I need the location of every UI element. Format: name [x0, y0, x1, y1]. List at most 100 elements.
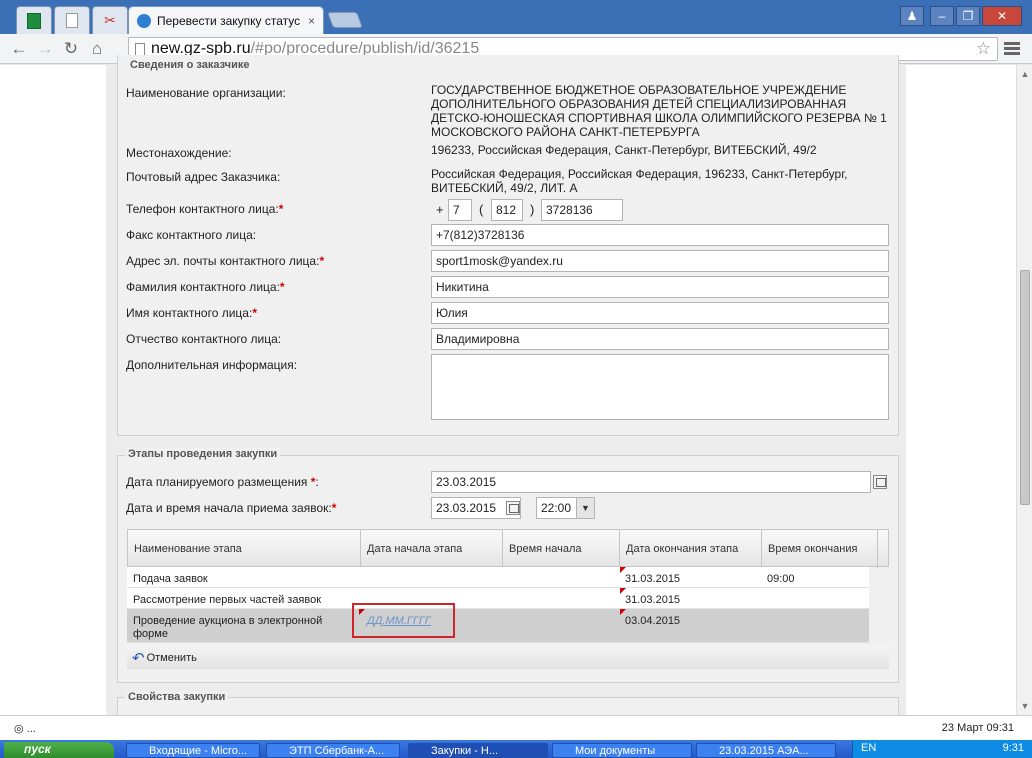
required-mark: * — [279, 280, 285, 294]
tab-close-icon[interactable]: × — [308, 14, 315, 28]
postal-value: Российская Федерация, Российская Федерац… — [431, 167, 848, 195]
required-mark: * — [319, 254, 325, 268]
start-time-select[interactable]: 22:00 ▼ — [536, 497, 595, 519]
phone-lparen: ( — [479, 202, 484, 217]
reload-icon[interactable]: ↻ — [58, 36, 84, 62]
scroll-thumb[interactable] — [1020, 270, 1030, 505]
email-input[interactable]: sport1mosk@yandex.ru — [431, 250, 889, 272]
minimize-icon[interactable]: – — [930, 6, 954, 26]
undo-icon: ↶ — [132, 650, 145, 667]
stages-legend: Этапы проведения закупки — [125, 448, 281, 460]
menu-icon[interactable] — [1004, 40, 1020, 58]
customer-legend: Сведения о заказчике — [127, 59, 253, 71]
properties-fieldset — [117, 697, 899, 717]
back-icon[interactable]: ← — [6, 36, 32, 62]
phone-country-input[interactable]: 7 — [448, 199, 472, 221]
patronymic-input[interactable]: Владимировна — [431, 328, 889, 350]
chevron-down-icon: ▼ — [576, 498, 594, 518]
org-name-label: Наименование организации: — [126, 86, 286, 100]
required-mark: * — [278, 202, 284, 216]
stage-end-date[interactable]: 31.03.2015 — [619, 591, 686, 610]
fax-input[interactable]: +7(812)3728136 — [431, 224, 889, 246]
pinned-tab-tools[interactable]: ✂ — [92, 6, 128, 34]
taskbar-item-active[interactable]: Закупки - Н... — [408, 743, 548, 758]
start-date-label-text: Дата и время начала приема заявок: — [126, 501, 332, 515]
additional-textarea[interactable] — [431, 354, 889, 420]
phone-label: Телефон контактного лица:* — [126, 202, 283, 216]
home-icon[interactable]: ⌂ — [84, 36, 110, 62]
firstname-label-text: Имя контактного лица: — [126, 306, 253, 320]
tools-icon: ✂ — [104, 12, 116, 28]
document-icon — [66, 13, 78, 28]
phone-code-input[interactable]: 812 — [491, 199, 523, 221]
pinned-tab-sheets[interactable] — [16, 6, 52, 34]
lastname-label: Фамилия контактного лица:* — [126, 280, 285, 294]
spreadsheet-icon — [27, 12, 41, 29]
table-row[interactable]: Подача заявок 31.03.2015 09:00 — [127, 567, 869, 588]
user-icon[interactable]: ♟ — [900, 6, 924, 26]
bookmark-star-icon[interactable]: ☆ — [976, 39, 991, 59]
os-taskbar: пуск Входящие - Micro... ЭТП Сбербанк-А.… — [0, 740, 1032, 758]
new-tab-button[interactable] — [327, 12, 363, 28]
taskbar-item[interactable]: Мои документы — [552, 743, 692, 758]
status-bar: ◎ ... 23 Март 09:31 — [0, 715, 1032, 740]
phone-plus: + — [436, 202, 444, 217]
column-header-name[interactable]: Наименование этапа — [128, 530, 361, 568]
tab-active[interactable]: Перевести закупку статус × — [128, 6, 324, 34]
calendar-icon[interactable] — [506, 501, 520, 515]
planned-date-input[interactable]: 23.03.2015 — [431, 471, 871, 493]
required-mark: * — [331, 501, 337, 515]
start-button[interactable]: пуск — [4, 742, 114, 758]
highlight-box — [352, 603, 455, 638]
patronymic-label: Отчество контактного лица: — [126, 332, 282, 346]
tab-title: Перевести закупку статус — [157, 13, 301, 28]
grid-toolbar: ↶ Отменить — [127, 645, 889, 669]
cancel-label: Отменить — [146, 652, 197, 664]
forward-icon[interactable]: → — [32, 36, 58, 62]
column-header-start-time[interactable]: Время начала — [503, 530, 620, 568]
phone-label-text: Телефон контактного лица: — [126, 202, 279, 216]
pinned-tab-doc[interactable] — [54, 6, 90, 34]
firstname-label: Имя контактного лица:* — [126, 306, 257, 320]
fax-label: Факс контактного лица: — [126, 228, 257, 242]
stages-grid-header: Наименование этапа Дата начала этапа Вре… — [127, 529, 889, 568]
stage-end-time[interactable]: 09:00 — [761, 570, 801, 589]
phone-number-input[interactable]: 3728136 — [541, 199, 623, 221]
language-indicator[interactable]: EN — [861, 742, 876, 754]
clock: 9:31 — [1002, 742, 1024, 754]
postal-label: Почтовый адрес Заказчика: — [126, 170, 281, 184]
system-tray: EN 9:31 — [852, 740, 1032, 758]
lastname-label-text: Фамилия контактного лица: — [126, 280, 280, 294]
stage-name: Проведение аукциона в электронной форме — [133, 615, 323, 640]
stage-name: Подача заявок — [133, 573, 208, 585]
start-date-label: Дата и время начала приема заявок:* — [126, 501, 336, 515]
stage-end-date[interactable]: 31.03.2015 — [619, 570, 686, 589]
firstname-input[interactable]: Юлия — [431, 302, 889, 324]
scroll-down-icon[interactable]: ▼ — [1020, 701, 1030, 711]
taskbar-item[interactable]: Входящие - Micro... — [126, 743, 260, 758]
cancel-button[interactable]: ↶ Отменить — [132, 649, 197, 667]
status-datetime: 23 Март 09:31 — [941, 722, 1014, 734]
taskbar-item[interactable]: 23.03.2015 АЭА... — [696, 743, 836, 758]
phone-rparen: ) — [530, 202, 535, 217]
org-name-value: ГОСУДАРСТВЕННОЕ БЮДЖЕТНОЕ ОБРАЗОВАТЕЛЬНО… — [431, 83, 887, 139]
close-window-icon[interactable]: ✕ — [982, 6, 1022, 26]
calendar-icon[interactable] — [873, 475, 887, 489]
properties-legend: Свойства закупки — [125, 691, 229, 703]
favicon-icon — [137, 13, 151, 28]
column-header-start-date[interactable]: Дата начала этапа — [361, 530, 503, 568]
scroll-up-icon[interactable]: ▲ — [1020, 69, 1030, 79]
page-scrollbar[interactable]: ▲ ▼ — [1016, 65, 1032, 715]
planned-date-label: Дата планируемого размещения *: — [126, 475, 319, 489]
column-header-end-time[interactable]: Время окончания — [762, 530, 878, 568]
stage-end-date[interactable]: 03.04.2015 — [619, 612, 686, 631]
restore-icon[interactable]: ❐ — [956, 6, 980, 26]
table-row-selected[interactable]: Проведение аукциона в электронной форме … — [127, 609, 869, 643]
additional-label: Дополнительная информация: — [126, 358, 298, 372]
column-header-end-date[interactable]: Дата окончания этапа — [620, 530, 762, 568]
table-row[interactable]: Рассмотрение первых частей заявок 31.03.… — [127, 588, 869, 609]
location-value: 196233, Российская Федерация, Санкт-Пете… — [431, 143, 817, 157]
taskbar-item[interactable]: ЭТП Сбербанк-А... — [266, 743, 400, 758]
page-icon — [135, 42, 145, 56]
lastname-input[interactable]: Никитина — [431, 276, 889, 298]
